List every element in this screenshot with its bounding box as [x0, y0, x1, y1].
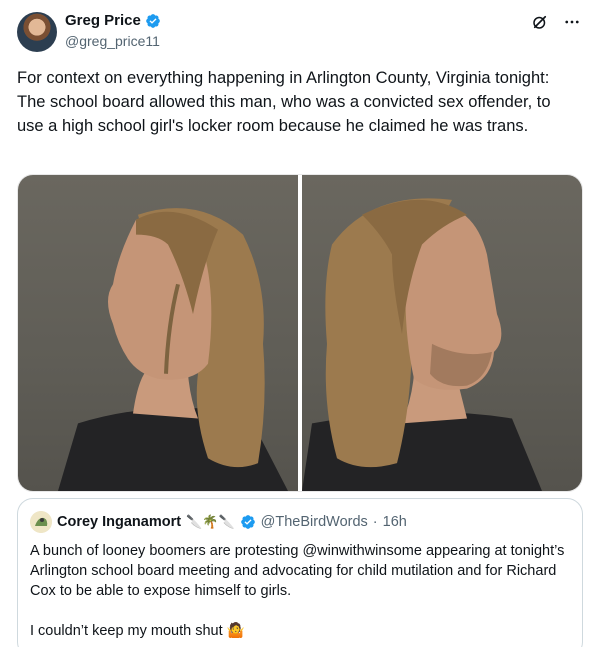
photo-right-profile[interactable]: [302, 175, 582, 491]
author-name-row: Greg Price: [65, 12, 161, 30]
photo-left-profile[interactable]: [18, 175, 298, 491]
quoted-author-avatar[interactable]: [30, 511, 52, 533]
quoted-name-emojis: 🔪🌴🔪: [186, 514, 235, 529]
tweet-media[interactable]: [17, 174, 583, 492]
tweet-actions: [530, 12, 582, 32]
verified-badge-icon[interactable]: [145, 13, 161, 29]
tweet-text: For context on everything happening in A…: [17, 69, 551, 135]
quoted-author-handle[interactable]: @TheBirdWords: [261, 514, 368, 530]
quoted-tweet-text: A bunch of looney boomers are protesting…: [30, 541, 570, 641]
quoted-paragraph-2: I couldn’t keep my mouth shut 🤷: [30, 623, 245, 639]
quoted-separator-dot: ·: [372, 514, 378, 530]
quoted-paragraph-1: A bunch of looney boomers are protesting…: [30, 543, 565, 599]
author-avatar[interactable]: [17, 12, 57, 52]
quoted-author-name[interactable]: Corey Inganamort: [57, 514, 181, 530]
grok-icon[interactable]: [530, 12, 550, 32]
more-icon[interactable]: [562, 12, 582, 32]
quoted-tweet[interactable]: Corey Inganamort 🔪🌴🔪 @TheBirdWords · 16h…: [17, 498, 583, 647]
author-handle[interactable]: @greg_price11: [65, 33, 160, 49]
quoted-timestamp[interactable]: 16h: [383, 514, 407, 530]
quoted-verified-badge-icon[interactable]: [240, 514, 256, 530]
author-name[interactable]: Greg Price: [65, 12, 141, 30]
quoted-tweet-header: Corey Inganamort 🔪🌴🔪 @TheBirdWords · 16h: [30, 511, 407, 533]
